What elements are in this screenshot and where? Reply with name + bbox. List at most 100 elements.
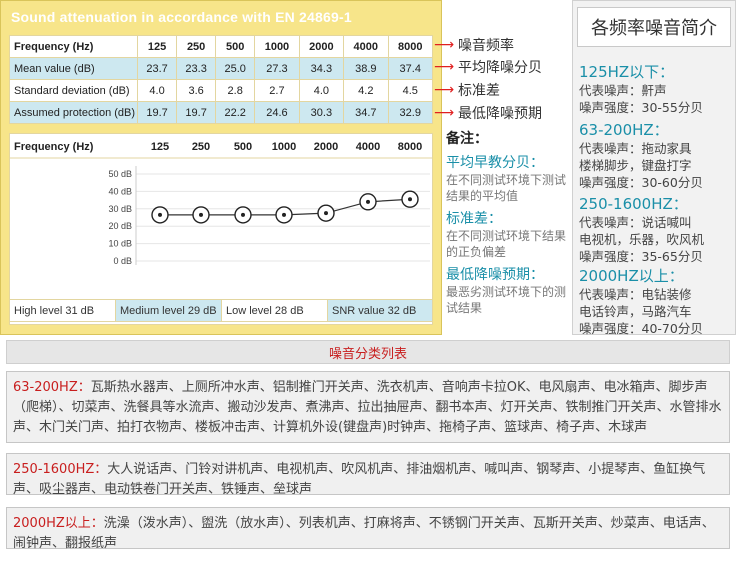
table-cell: 24.6 xyxy=(254,101,300,124)
table-cell: 34.7 xyxy=(343,101,389,124)
note-desc: 在不同测试环境下结果的正负偏差 xyxy=(446,229,567,259)
arrow-right-icon: ⟶ xyxy=(434,105,455,121)
chart-y-tick-label: 40 dB xyxy=(108,186,132,196)
freq-block-line: 电话铃声，马路汽车 xyxy=(579,304,692,319)
table-cell: 19.7 xyxy=(176,101,217,124)
frequency-header: Frequency (Hz) xyxy=(9,35,138,58)
chart-x-tick-label: 500 xyxy=(234,141,252,153)
table-row: Standard deviation (dB) 4.0 3.6 2.8 2.7 … xyxy=(9,79,433,102)
freq-block-line: 代表噪声：电钻装修 xyxy=(579,287,692,302)
freq-block-head: 125HZ以下： xyxy=(579,63,675,81)
chart-point-dot xyxy=(199,212,203,217)
category-items: 瓦斯热水器声、上厕所冲水声、铝制推门开关声、洗衣机声、音响声卡拉OK、电风扇声、… xyxy=(13,380,722,435)
chart-y-tick-label: 10 dB xyxy=(108,239,132,249)
chart-point-dot xyxy=(324,211,328,216)
table-cell: 3.6 xyxy=(176,79,217,102)
category-text: 63-200HZ：瓦斯热水器声、上厕所冲水声、铝制推门开关声、洗衣机声、音响声卡… xyxy=(13,380,722,435)
table-cell: 4.5 xyxy=(387,79,433,102)
note-term: 最低降噪预期： xyxy=(446,267,544,283)
freq-block: 250-1600HZ： 代表噪声：说话喊叫 电视机，乐器，吹风机 噪声强度：35… xyxy=(579,193,733,265)
notes-title: 备注： xyxy=(446,131,488,147)
snr-value-cell: SNR value 32 dB xyxy=(327,299,433,322)
stddev-annotation: ⟶ 标准差 xyxy=(434,80,500,100)
low-level-cell: Low level 28 dB xyxy=(221,299,328,322)
freq-block-line: 代表噪声：拖动家具 xyxy=(579,141,692,156)
note-term: 平均早教分贝： xyxy=(446,155,544,171)
chart-x-tick-label: 2000 xyxy=(314,141,338,153)
notes-section: 备注： 平均早教分贝： 在不同测试环境下测试结果的平均值 标准差： 在不同测试环… xyxy=(446,128,570,316)
arrow-right-icon: ⟶ xyxy=(434,82,455,98)
frequency-intro-panel: 各频率噪音简介 125HZ以下： 代表噪声：鼾声 噪声强度：30-55分贝 63… xyxy=(572,0,736,336)
chart-point-dot xyxy=(366,199,370,204)
row-label: Mean value (dB) xyxy=(9,57,138,80)
freq-block-line: 噪声强度：30-60分贝 xyxy=(579,175,703,190)
category-box: 2000HZ以上：洗澡（泼水声）、盥洗（放水声）、列表机声、打麻将声、不锈钢门开… xyxy=(6,507,730,551)
table-cell: 30.3 xyxy=(298,101,345,124)
medium-level-cell: Medium level 29 dB xyxy=(115,299,222,322)
freq-block-line: 代表噪声：说话喊叫 xyxy=(579,215,692,230)
freq-block-line: 代表噪声：鼾声 xyxy=(579,83,667,98)
freq-cell: 250 xyxy=(176,35,217,58)
arrow-right-icon: ⟶ xyxy=(434,59,455,75)
category-box: 63-200HZ：瓦斯热水器声、上厕所冲水声、铝制推门开关声、洗衣机声、音响声卡… xyxy=(6,371,730,443)
chart-x-tick-label: 125 xyxy=(151,141,169,153)
table-cell: 2.8 xyxy=(215,79,256,102)
chart-point-dot xyxy=(241,212,245,217)
table-cell: 37.4 xyxy=(387,57,433,80)
table-cell: 25.0 xyxy=(215,57,256,80)
note-desc: 在不同测试环境下测试结果的平均值 xyxy=(446,173,567,203)
table-cell: 38.9 xyxy=(343,57,389,80)
chart-y-tick-label: 0 dB xyxy=(113,256,132,266)
freq-cell: 1000 xyxy=(254,35,300,58)
chart-point-dot xyxy=(158,212,162,217)
attenuation-title: Sound attenuation in accordance with EN … xyxy=(11,9,352,25)
freq-block-head: 2000HZ以上： xyxy=(579,267,684,285)
high-level-cell: High level 31 dB xyxy=(9,299,116,322)
row-label: Standard deviation (dB) xyxy=(9,79,138,102)
mean-annotation: ⟶ 平均降噪分贝 xyxy=(434,57,542,77)
annotation-text: 噪音频率 xyxy=(458,38,514,54)
table-cell: 23.7 xyxy=(136,57,178,80)
note-term: 标准差： xyxy=(446,211,502,227)
category-text: 2000HZ以上：洗澡（泼水声）、盥洗（放水声）、列表机声、打麻将声、不锈钢门开… xyxy=(13,516,715,551)
freq-cell: 4000 xyxy=(343,35,389,58)
row-label: Assumed protection (dB) xyxy=(9,101,138,124)
chart-point-dot xyxy=(408,197,412,202)
table-cell: 19.7 xyxy=(136,101,178,124)
classification-title: 噪音分类列表 xyxy=(6,340,730,364)
table-header-row: Frequency (Hz) 125 250 500 1000 2000 400… xyxy=(9,35,433,58)
frequency-intro-title: 各频率噪音简介 xyxy=(577,7,731,47)
category-text: 250-1600HZ：大人说话声、门铃对讲机声、电视机声、吹风机声、排油烟机声、… xyxy=(13,462,705,497)
chart-y-tick-label: 30 dB xyxy=(108,204,132,214)
chart-x-header: Frequency (Hz) xyxy=(14,141,94,153)
table-cell: 23.3 xyxy=(176,57,217,80)
freq-cell: 500 xyxy=(215,35,256,58)
chart-point-dot xyxy=(282,212,286,217)
chart-x-tick-label: 250 xyxy=(192,141,210,153)
freq-cell: 8000 xyxy=(387,35,433,58)
chart-y-tick-label: 20 dB xyxy=(108,221,132,231)
level-row: High level 31 dB Medium level 29 dB Low … xyxy=(9,299,433,322)
freq-cell: 125 xyxy=(136,35,178,58)
chart-svg: Frequency (Hz) 125 250 500 1000 2000 4000 8000 5… xyxy=(10,141,432,266)
freq-block: 63-200HZ： 代表噪声：拖动家具 楼梯脚步，键盘打字 噪声强度：30-60… xyxy=(579,119,733,191)
annotation-text: 最低降噪预期 xyxy=(458,106,542,122)
freq-block-head: 63-200HZ： xyxy=(579,121,669,139)
category-name: 2000HZ以上： xyxy=(13,516,104,531)
freq-cell: 2000 xyxy=(298,35,345,58)
freq-block-line: 噪声强度：30-55分贝 xyxy=(579,100,703,115)
arrow-right-icon: ⟶ xyxy=(434,37,455,53)
table-cell: 27.3 xyxy=(254,57,300,80)
level-table: High level 31 dB Medium level 29 dB Low … xyxy=(9,299,433,322)
chart-y-tick-label: 50 dB xyxy=(108,169,132,179)
table-row: Mean value (dB) 23.7 23.3 25.0 27.3 34.3… xyxy=(9,57,433,80)
chart-x-tick-label: 8000 xyxy=(398,141,422,153)
header-annotation: ⟶ 噪音频率 xyxy=(434,35,514,55)
freq-block-line: 噪声强度：40-70分贝 xyxy=(579,321,703,336)
table-cell: 22.2 xyxy=(215,101,256,124)
attenuation-chart: Frequency (Hz) 125 250 500 1000 2000 4000 8000 5… xyxy=(9,133,433,325)
freq-block-line: 电视机，乐器，吹风机 xyxy=(579,232,705,247)
table-cell: 32.9 xyxy=(387,101,433,124)
annotation-text: 标准差 xyxy=(458,83,500,99)
protection-annotation: ⟶ 最低降噪预期 xyxy=(434,103,542,123)
